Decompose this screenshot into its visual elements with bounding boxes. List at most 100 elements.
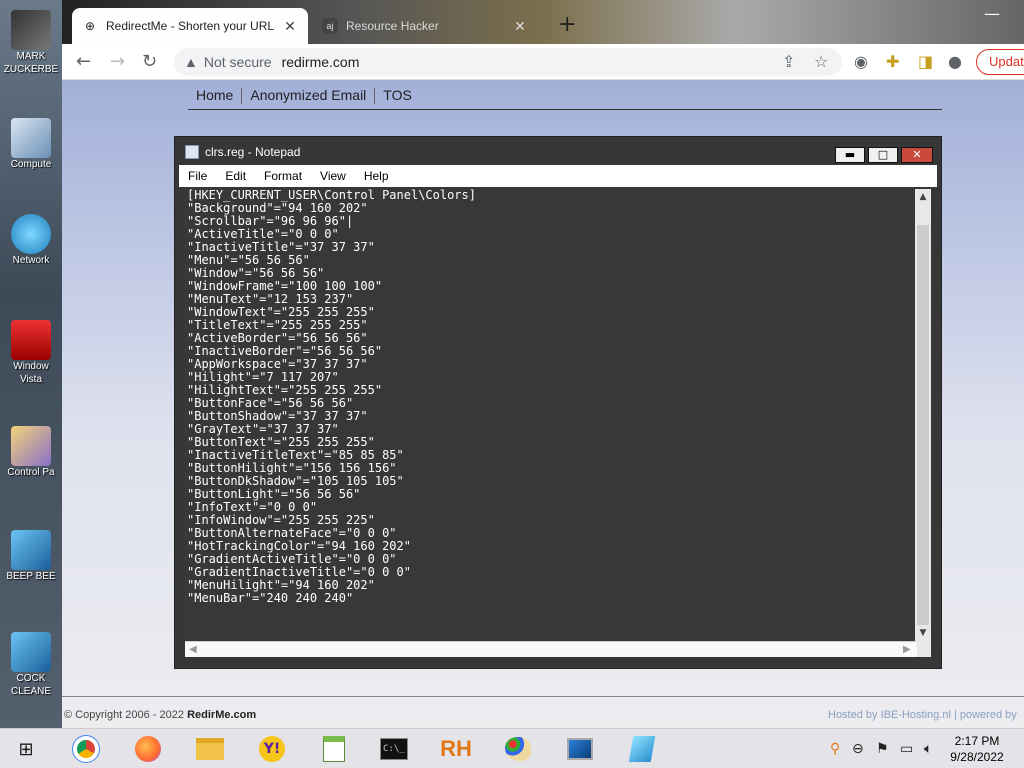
desktop-icon-computer[interactable]: Compute <box>0 118 62 171</box>
command-prompt-icon[interactable]: C:\_ <box>376 733 412 765</box>
vertical-scrollbar[interactable]: ▲ ▼ <box>915 189 931 641</box>
profile-avatar-icon[interactable]: ● <box>948 53 962 71</box>
desktop-icon-windows-vista[interactable]: Window Vista <box>0 320 62 386</box>
clock-date: 9/28/2022 <box>950 750 1004 764</box>
text-line: "MenuBar"="240 240 240" <box>187 591 354 605</box>
security-label: Not secure <box>203 54 272 70</box>
computer-icon <box>11 118 51 158</box>
desktop-icon-mark-zuckerberg[interactable]: MARK ZUCKERBE <box>0 10 62 76</box>
clock-time: 2:17 PM <box>954 734 1000 748</box>
desktop-icon-label: Compute <box>10 159 52 170</box>
favicon-aj: aj <box>322 18 338 34</box>
desktop-icon-cock-cleaner[interactable]: COCK CLEANE <box>0 632 62 698</box>
paint-icon[interactable] <box>500 733 536 765</box>
notepad-title: clrs.reg - Notepad <box>205 145 301 159</box>
menu-help[interactable]: Help <box>355 169 398 183</box>
firefox-icon[interactable] <box>130 733 166 765</box>
file-explorer-icon[interactable] <box>192 733 228 765</box>
close-icon[interactable]: ✕ <box>282 18 298 35</box>
notepad-menubar: File Edit Format View Help <box>179 165 937 187</box>
text-editor-area[interactable]: [HKEY_CURRENT_USER\Control Panel\Colors]… <box>185 189 931 641</box>
control-panel-icon <box>11 426 51 466</box>
tab-redirectme[interactable]: ⊕ RedirectMe - Shorten your URL ✕ <box>72 8 308 44</box>
person-icon <box>11 10 51 50</box>
notepad-plus-icon[interactable] <box>316 733 352 765</box>
menu-edit[interactable]: Edit <box>216 169 255 183</box>
scroll-up-icon[interactable]: ▲ <box>915 189 931 205</box>
side-panel-icon[interactable]: ◨ <box>918 53 933 71</box>
forward-icon[interactable]: → <box>110 52 125 72</box>
desktop-icon-label: Window Vista <box>13 361 49 385</box>
volume-icon[interactable]: 🔈︎ <box>924 740 932 758</box>
notepad-icon <box>185 145 199 159</box>
tab-title: Resource Hacker <box>346 19 439 33</box>
maximize-button[interactable]: □ <box>868 147 898 163</box>
scroll-down-icon[interactable]: ▼ <box>915 625 931 641</box>
copyright-text: © Copyright 2006 - 2022 RedirMe.com <box>64 709 256 721</box>
taskbar: ⊞ Y! C:\_ RH ⚲ ⊖ ⚑ ▭ 🔈︎ 2:17 PM 9/28/202… <box>0 728 1024 768</box>
scroll-right-icon[interactable]: ▶ <box>903 642 911 658</box>
address-bar[interactable]: ▲ Not secure redirme.com <box>174 48 842 76</box>
document-text: [HKEY_CURRENT_USER\Control Panel\Colors]… <box>187 189 917 605</box>
extension-flag-icon[interactable]: ◉ <box>854 53 868 71</box>
back-icon[interactable]: ← <box>76 52 91 72</box>
extensions-puzzle-icon[interactable]: ✚ <box>886 53 899 71</box>
menu-format[interactable]: Format <box>255 169 311 183</box>
tab-resource-hacker[interactable]: aj Resource Hacker ✕ <box>312 8 538 44</box>
desktop-icon-label: Network <box>12 255 50 266</box>
network-icon <box>11 214 51 254</box>
tab-title: RedirectMe - Shorten your URL <box>106 19 275 33</box>
site-navigation: Home Anonymized Email TOS <box>188 88 942 110</box>
minimize-button[interactable]: ▬ <box>835 147 865 163</box>
scroll-left-icon[interactable]: ◀ <box>189 642 197 658</box>
horizontal-scrollbar[interactable]: ◀ ▶ <box>185 641 931 657</box>
close-icon[interactable]: ✕ <box>512 18 528 35</box>
start-windows-icon[interactable]: ⊞ <box>8 733 44 765</box>
warning-icon: ▲ <box>184 54 198 70</box>
menu-view[interactable]: View <box>311 169 355 183</box>
share-icon[interactable]: ⇪ <box>782 53 795 71</box>
desktop: MARK ZUCKERBE Compute Network Window Vis… <box>0 0 62 728</box>
update-button[interactable]: Updat <box>976 49 1024 75</box>
flag-icon[interactable]: ⚑ <box>876 740 889 758</box>
desktop-icon-label: MARK ZUCKERBE <box>3 51 59 75</box>
remote-desktop-icon[interactable] <box>562 733 598 765</box>
tab-strip: ⊕ RedirectMe - Shorten your URL ✕ aj Res… <box>62 0 1024 44</box>
close-button[interactable]: ✕ <box>901 147 933 163</box>
app-icon <box>11 632 51 672</box>
nav-link-tos[interactable]: TOS <box>374 88 420 104</box>
desktop-icon-control-panel[interactable]: Control Pa <box>0 426 62 479</box>
resource-hacker-icon[interactable]: RH <box>438 733 474 765</box>
tray-status-icon[interactable]: ⊖ <box>852 740 864 758</box>
desktop-icon-network[interactable]: Network <box>0 214 62 267</box>
footer-brand-link[interactable]: RedirMe.com <box>187 709 256 721</box>
notepad-titlebar[interactable]: clrs.reg - Notepad <box>175 137 941 167</box>
minimize-icon[interactable]: — <box>984 4 1000 23</box>
app-icon <box>11 530 51 570</box>
copyright-prefix: © Copyright 2006 - 2022 <box>64 709 185 721</box>
resize-grip-icon[interactable] <box>917 641 931 657</box>
yahoo-messenger-icon[interactable]: Y! <box>254 733 290 765</box>
site-footer: © Copyright 2006 - 2022 RedirMe.com Host… <box>62 696 1024 728</box>
desktop-icon-label: BEEP BEE <box>6 571 56 582</box>
nav-link-home[interactable]: Home <box>188 88 241 104</box>
desktop-icon-beep-beep[interactable]: BEEP BEE <box>0 530 62 583</box>
browser-toolbar: ← → ↻ ▲ Not secure redirme.com ⇪ ☆ ◉ ✚ ◨… <box>62 44 1024 80</box>
app-icon[interactable] <box>624 733 660 765</box>
bookmark-star-icon[interactable]: ☆ <box>814 53 828 71</box>
desktop-icon-label: COCK CLEANE <box>10 673 51 697</box>
url-text: redirme.com <box>281 54 360 70</box>
hosting-credit[interactable]: Hosted by IBE-Hosting.nl | powered by <box>828 709 1017 721</box>
network-tray-icon[interactable]: ▭ <box>900 740 913 758</box>
new-tab-button[interactable]: + <box>558 14 576 36</box>
system-clock[interactable]: 2:17 PM 9/28/2022 <box>944 733 1010 765</box>
menu-file[interactable]: File <box>179 169 216 183</box>
nav-link-anonymized-email[interactable]: Anonymized Email <box>241 88 374 104</box>
recycle-bin-icon <box>11 320 51 360</box>
globe-icon: ⊕ <box>84 19 96 33</box>
chrome-icon[interactable] <box>68 733 104 765</box>
search-icon[interactable]: ⚲ <box>830 740 840 758</box>
scrollbar-thumb[interactable] <box>917 225 929 625</box>
reload-icon[interactable]: ↻ <box>142 52 157 72</box>
notepad-window: clrs.reg - Notepad ▬ □ ✕ File Edit Forma… <box>174 136 942 669</box>
